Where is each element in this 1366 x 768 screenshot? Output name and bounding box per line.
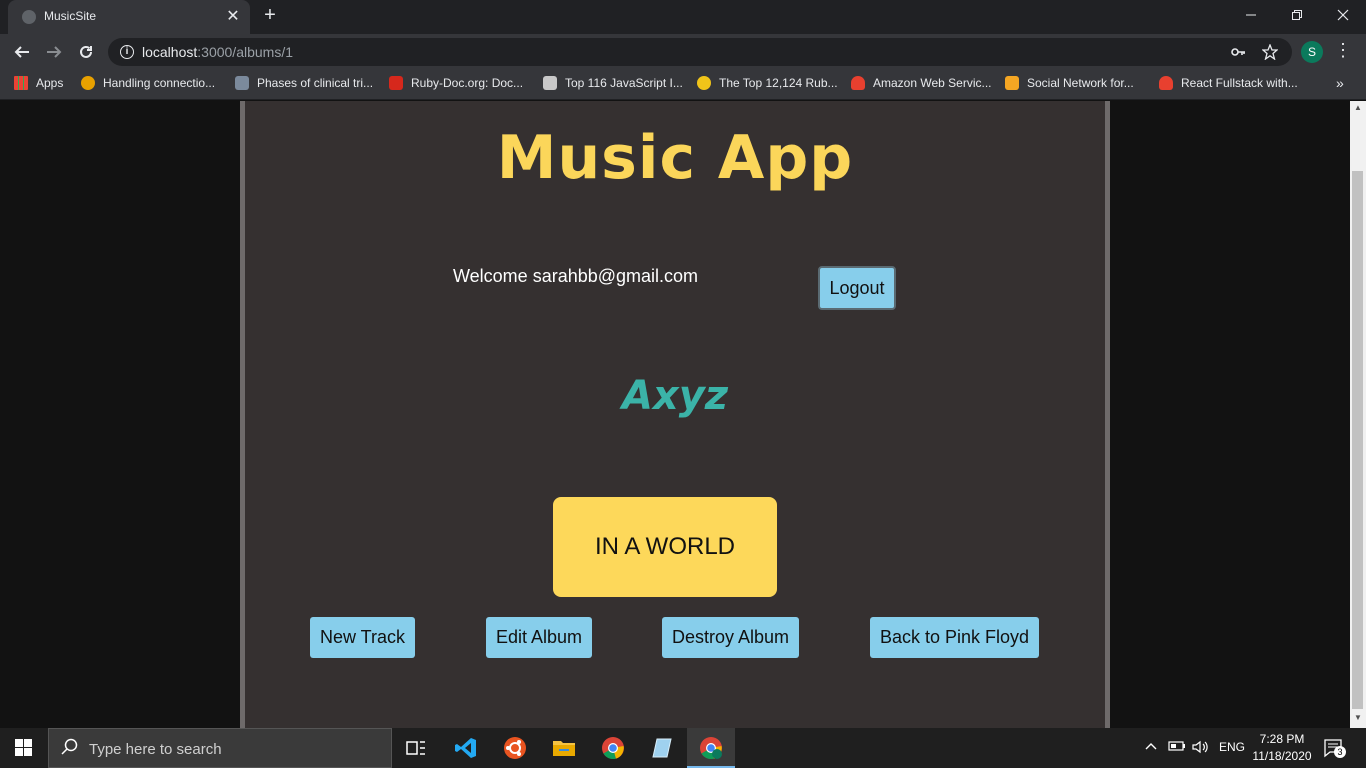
browser-tab-strip: MusicSite ✕ + [0, 0, 1366, 34]
search-placeholder: Type here to search [89, 741, 222, 758]
close-window-button[interactable] [1320, 4, 1366, 28]
welcome-text: Welcome sarahbb@gmail.com [453, 266, 699, 286]
bookmark-favicon-icon [1005, 76, 1019, 90]
ubuntu-icon[interactable] [491, 728, 539, 768]
address-bar[interactable]: i localhost:3000/albums/1 [108, 38, 1292, 66]
bookmark-item[interactable]: Social Network for... [1005, 76, 1134, 94]
emoji-icon [697, 76, 711, 90]
windows-start-icon[interactable] [0, 728, 48, 768]
track-card[interactable]: IN A WORLD [553, 497, 777, 597]
new-track-button[interactable]: New Track [310, 617, 415, 658]
key-icon[interactable] [1230, 42, 1246, 64]
bookmark-item[interactable]: Top 116 JavaScript I... [543, 76, 683, 94]
info-icon[interactable]: i [120, 45, 134, 59]
restore-button[interactable] [1274, 4, 1320, 28]
app-title: Music App [496, 123, 854, 193]
more-bookmarks-icon[interactable]: » [1336, 75, 1344, 91]
reload-icon[interactable] [74, 40, 98, 64]
scroll-down-arrow-icon[interactable]: ▼ [1350, 713, 1366, 722]
scroll-up-arrow-icon[interactable]: ▲ [1350, 103, 1366, 112]
destroy-album-button[interactable]: Destroy Album [662, 617, 799, 658]
new-tab-button[interactable]: + [258, 4, 282, 27]
page-scrollbar[interactable]: ▲ ▼ [1350, 101, 1366, 728]
file-explorer-icon[interactable] [540, 728, 588, 768]
globe-icon [22, 10, 36, 24]
chrome-profile-active-icon[interactable] [687, 728, 735, 768]
url-text: localhost:3000/albums/1 [142, 44, 293, 60]
notification-count: 3 [1334, 746, 1346, 758]
ruby-gem-icon [389, 76, 403, 90]
logout-button[interactable]: Logout [818, 266, 896, 310]
battery-icon[interactable] [1168, 740, 1186, 755]
minimize-button[interactable] [1228, 4, 1274, 28]
bookmark-favicon-icon [235, 76, 249, 90]
browser-toolbar: i localhost:3000/albums/1 S ⋮ [0, 34, 1366, 70]
bookmark-item[interactable]: React Fullstack with... [1159, 76, 1298, 94]
profile-avatar[interactable]: S [1301, 41, 1323, 63]
bookmark-item[interactable]: Handling connectio... [81, 76, 215, 94]
bookmark-item[interactable]: Ruby-Doc.org: Doc... [389, 76, 523, 94]
vscode-icon[interactable] [442, 728, 490, 768]
tab-musicsite[interactable]: MusicSite ✕ [8, 0, 250, 34]
forward-arrow-icon[interactable] [42, 40, 66, 64]
album-name: Axyz [621, 373, 729, 419]
bookmark-item[interactable]: Amazon Web Servic... [851, 76, 992, 94]
udemy-icon [851, 76, 865, 90]
taskbar-clock[interactable]: 7:28 PM 11/18/2020 [1244, 731, 1320, 765]
bookmark-item[interactable]: Phases of clinical tri... [235, 76, 373, 94]
tab-close-icon[interactable]: ✕ [224, 6, 242, 26]
task-view-icon[interactable] [392, 728, 440, 768]
windows-taskbar: Type here to search ENG 7:28 PM 11/18/20… [0, 728, 1366, 768]
chrome-icon[interactable] [589, 728, 637, 768]
star-icon[interactable] [1261, 42, 1279, 64]
notifications-icon[interactable]: 3 [1324, 738, 1346, 761]
clock-date: 11/18/2020 [1252, 749, 1312, 763]
notepad-app-icon[interactable] [638, 728, 686, 768]
search-icon [61, 738, 79, 761]
udemy-icon [1159, 76, 1173, 90]
back-to-artist-button[interactable]: Back to Pink Floyd [870, 617, 1039, 658]
more-menu-icon[interactable]: ⋮ [1334, 40, 1352, 61]
language-indicator[interactable]: ENG [1219, 740, 1245, 754]
tab-title: MusicSite [44, 9, 97, 23]
edit-album-button[interactable]: Edit Album [486, 617, 592, 658]
back-arrow-icon[interactable] [10, 40, 34, 64]
bookmark-apps[interactable]: Apps [14, 76, 63, 94]
bookmark-favicon-icon [81, 76, 95, 90]
volume-icon[interactable] [1192, 740, 1210, 757]
clock-time: 7:28 PM [1259, 732, 1305, 746]
bookmark-favicon-icon [543, 76, 557, 90]
tray-chevron-up-icon[interactable] [1145, 740, 1157, 754]
scrollbar-thumb[interactable] [1352, 171, 1363, 709]
taskbar-search-input[interactable]: Type here to search [48, 728, 392, 768]
bookmark-item[interactable]: The Top 12,124 Rub... [697, 76, 838, 94]
apps-grid-icon [14, 76, 28, 90]
bookmarks-bar: Apps Handling connectio... Phases of cli… [0, 70, 1366, 100]
page-viewport: Music App Welcome sarahbb@gmail.com Logo… [0, 101, 1350, 728]
main-panel: Music App Welcome sarahbb@gmail.com Logo… [240, 101, 1110, 728]
